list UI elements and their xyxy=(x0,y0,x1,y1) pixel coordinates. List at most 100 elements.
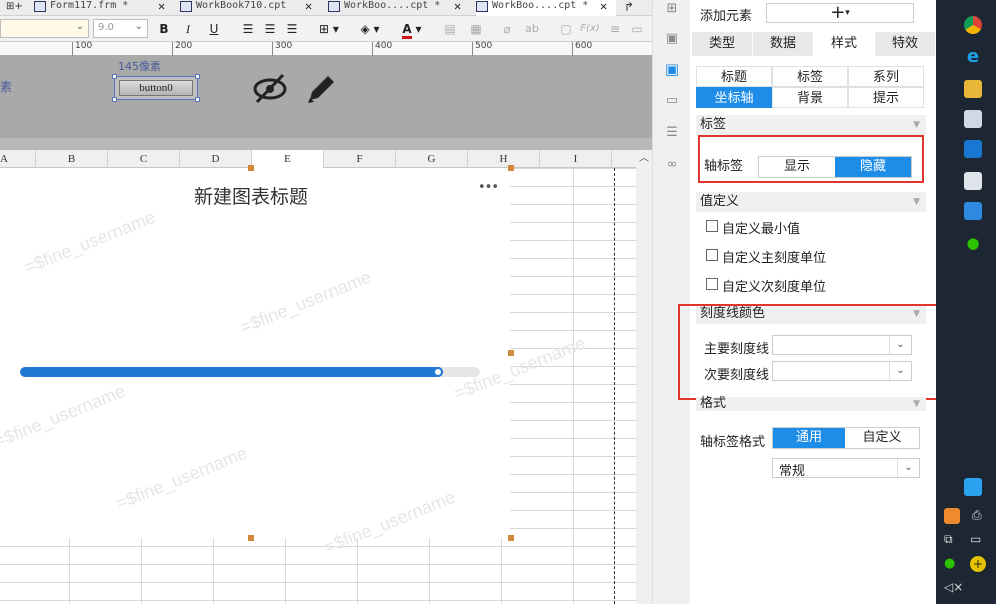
align-right-icon[interactable]: ☰ xyxy=(284,20,300,38)
tray-icon[interactable]: ⎙ xyxy=(972,508,986,524)
custom-min-checkbox[interactable] xyxy=(706,220,718,232)
file-explorer-icon[interactable] xyxy=(964,80,982,98)
edit-pencil-icon[interactable] xyxy=(304,72,338,106)
column-header[interactable]: H xyxy=(468,150,540,168)
notes-icon[interactable] xyxy=(964,172,982,190)
font-size-select[interactable]: 9.0 ⌄ xyxy=(93,19,148,38)
close-icon[interactable]: ✕ xyxy=(454,0,461,12)
label-section-header[interactable]: 标签 ▼ xyxy=(696,115,926,135)
cell-icon[interactable]: ▢ xyxy=(558,20,574,38)
align-left-icon[interactable]: ☰ xyxy=(240,20,256,38)
underline-button[interactable]: U xyxy=(206,20,222,38)
resize-handle[interactable] xyxy=(195,74,200,79)
tab-workbook-3[interactable]: WorkBoo....cpt * ✕ xyxy=(328,0,468,16)
qq-icon[interactable] xyxy=(964,478,982,496)
tab-form117[interactable]: Form117.frm * ✕ xyxy=(34,0,174,16)
widget-icon[interactable]: ▣ xyxy=(664,32,680,46)
tab-workbook710[interactable]: WorkBook710.cpt ✕ xyxy=(180,0,320,16)
value-definition-section-header[interactable]: 值定义 ▼ xyxy=(696,192,926,212)
resize-handle[interactable] xyxy=(248,535,254,541)
resize-handle[interactable] xyxy=(195,97,200,102)
close-icon[interactable]: ✕ xyxy=(600,0,607,12)
tray-icon[interactable] xyxy=(944,508,960,524)
outlook-icon[interactable] xyxy=(964,140,982,158)
column-header[interactable]: B xyxy=(36,150,108,168)
column-header[interactable]: C xyxy=(108,150,180,168)
subtab-label[interactable]: 标签 xyxy=(772,66,848,87)
resize-handle[interactable] xyxy=(508,535,514,541)
resize-handle[interactable] xyxy=(508,350,514,356)
vertical-scrollbar[interactable] xyxy=(636,168,652,604)
widget-button0[interactable]: button0 xyxy=(112,74,200,102)
format-general-button[interactable]: 通用 xyxy=(773,428,845,448)
subtab-background[interactable]: 背景 xyxy=(772,87,848,108)
tab-effect[interactable]: 特效 xyxy=(875,32,935,56)
custom-major-unit-checkbox[interactable] xyxy=(706,249,718,261)
layout-icon[interactable]: ⊞ xyxy=(664,2,680,16)
progress-knob[interactable] xyxy=(433,367,443,377)
merge-cells-icon[interactable]: ▤ xyxy=(442,20,458,38)
collapse-icon[interactable]: ▼ xyxy=(913,192,920,212)
font-color-button[interactable]: A ▾ xyxy=(396,20,428,39)
chrome-icon[interactable] xyxy=(964,16,982,34)
remote-desktop-icon[interactable] xyxy=(964,110,982,128)
column-header[interactable]: I xyxy=(540,150,612,168)
component-icon[interactable]: ▭ xyxy=(664,94,680,108)
custom-minor-unit-checkbox[interactable] xyxy=(706,278,718,290)
major-tick-color-select[interactable]: ⌄ xyxy=(772,335,912,355)
subtab-axis[interactable]: 坐标轴 xyxy=(696,87,772,108)
link-icon[interactable]: ∞ xyxy=(664,158,680,172)
column-header[interactable]: D xyxy=(180,150,252,168)
tab-style[interactable]: 样式 xyxy=(814,32,874,56)
subtab-title[interactable]: 标题 xyxy=(696,66,772,87)
resize-handle[interactable] xyxy=(112,97,117,102)
style-panel-icon[interactable]: ▣ xyxy=(664,62,680,77)
format-section-header[interactable]: 格式 ▼ xyxy=(696,397,926,411)
volume-muted-icon[interactable]: ◁× xyxy=(944,580,963,596)
format-custom-button[interactable]: 自定义 xyxy=(845,428,919,448)
formula-button[interactable]: F(x) xyxy=(580,20,600,38)
tray-icon[interactable]: ⧉ xyxy=(944,532,960,548)
axis-label-hide-button[interactable]: 隐藏 xyxy=(835,157,911,177)
tab-data[interactable]: 数据 xyxy=(753,32,813,56)
text-format-button[interactable]: ab xyxy=(524,20,540,38)
tab-type[interactable]: 类型 xyxy=(692,32,752,56)
grid-icon[interactable]: ▦ xyxy=(468,20,484,38)
font-family-select[interactable]: ⌄ xyxy=(0,19,89,38)
subtab-series[interactable]: 系列 xyxy=(848,66,924,87)
more-options-icon[interactable]: ••• xyxy=(478,180,499,195)
battery-icon[interactable]: ▭ xyxy=(970,532,988,546)
tab-workbook-4[interactable]: WorkBoo....cpt * ✕ xyxy=(476,0,616,16)
align-center-icon[interactable]: ☰ xyxy=(262,20,278,38)
app-icon[interactable] xyxy=(964,202,982,220)
collapse-icon[interactable]: ▼ xyxy=(913,397,920,411)
format-type-select[interactable]: 常规 ⌄ xyxy=(772,458,920,479)
resize-handle[interactable] xyxy=(112,74,117,79)
layout-icon[interactable]: ⊞+ xyxy=(6,1,23,13)
border-icon[interactable]: ⊞ ▾ xyxy=(314,20,344,38)
list-icon[interactable]: ≡ xyxy=(608,20,622,38)
column-header[interactable]: G xyxy=(396,150,468,168)
plus-tray-icon[interactable]: + xyxy=(970,556,986,572)
column-header[interactable]: A xyxy=(0,150,36,168)
image-icon[interactable]: ▭ xyxy=(630,20,644,38)
collapse-icon[interactable]: ▼ xyxy=(913,115,920,135)
list-settings-icon[interactable]: ☰ xyxy=(664,126,680,140)
chart-widget[interactable]: =$fine_username =$fine_username =$fine_u… xyxy=(0,168,588,557)
axis-label-show-button[interactable]: 显示 xyxy=(759,157,835,177)
button0[interactable]: button0 xyxy=(119,80,193,96)
wechat-tray-icon[interactable]: ● xyxy=(944,556,960,572)
subtab-tooltip[interactable]: 提示 xyxy=(848,87,924,108)
resize-handle[interactable] xyxy=(508,165,514,171)
bold-button[interactable]: B xyxy=(156,20,172,38)
chart-title[interactable]: 新建图表标题 xyxy=(0,182,502,209)
ie-icon[interactable]: e xyxy=(964,48,982,66)
italic-button[interactable]: I xyxy=(180,20,196,38)
column-header[interactable]: E xyxy=(252,150,324,168)
pin-icon[interactable]: ↱ xyxy=(624,0,640,14)
scroll-up-icon[interactable]: ︿ xyxy=(636,150,652,168)
clear-icon[interactable]: ⌀ xyxy=(500,20,514,38)
close-icon[interactable]: ✕ xyxy=(305,0,312,12)
minor-tick-color-select[interactable]: ⌄ xyxy=(772,361,912,381)
form-canvas[interactable]: 素 145像素 button0 xyxy=(0,56,652,138)
